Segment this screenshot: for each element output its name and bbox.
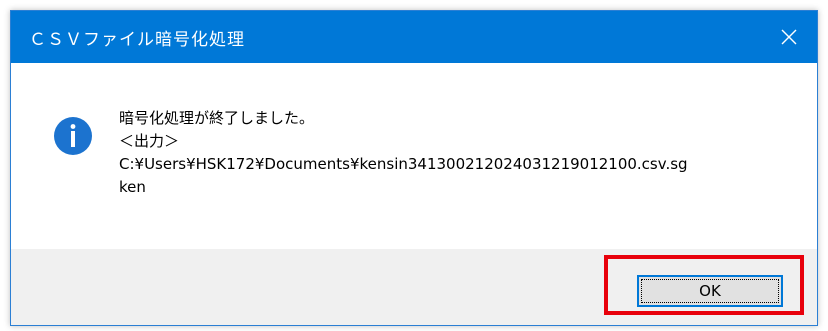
dialog-footer: OK [11, 249, 817, 325]
message-dialog: ＣＳＶファイル暗号化処理 暗号化処理が終了しました。 ＜出力＞ C:¥Users… [10, 10, 818, 326]
message-text: 暗号化処理が終了しました。 ＜出力＞ C:¥Users¥HSK172¥Docum… [119, 107, 779, 199]
message-line-path-continued: ken [119, 178, 146, 196]
message-line-output-label: ＜出力＞ [119, 132, 180, 150]
title-bar[interactable]: ＣＳＶファイル暗号化処理 [11, 11, 817, 63]
info-icon [54, 117, 92, 155]
dialog-content: 暗号化処理が終了しました。 ＜出力＞ C:¥Users¥HSK172¥Docum… [11, 63, 817, 249]
ok-button[interactable]: OK [637, 275, 783, 307]
message-line-status: 暗号化処理が終了しました。 [119, 109, 315, 127]
message-line-path: C:¥Users¥HSK172¥Documents¥kensin34130021… [119, 155, 688, 173]
close-button[interactable] [761, 11, 817, 63]
window-title: ＣＳＶファイル暗号化処理 [29, 30, 245, 50]
close-icon [781, 29, 797, 45]
